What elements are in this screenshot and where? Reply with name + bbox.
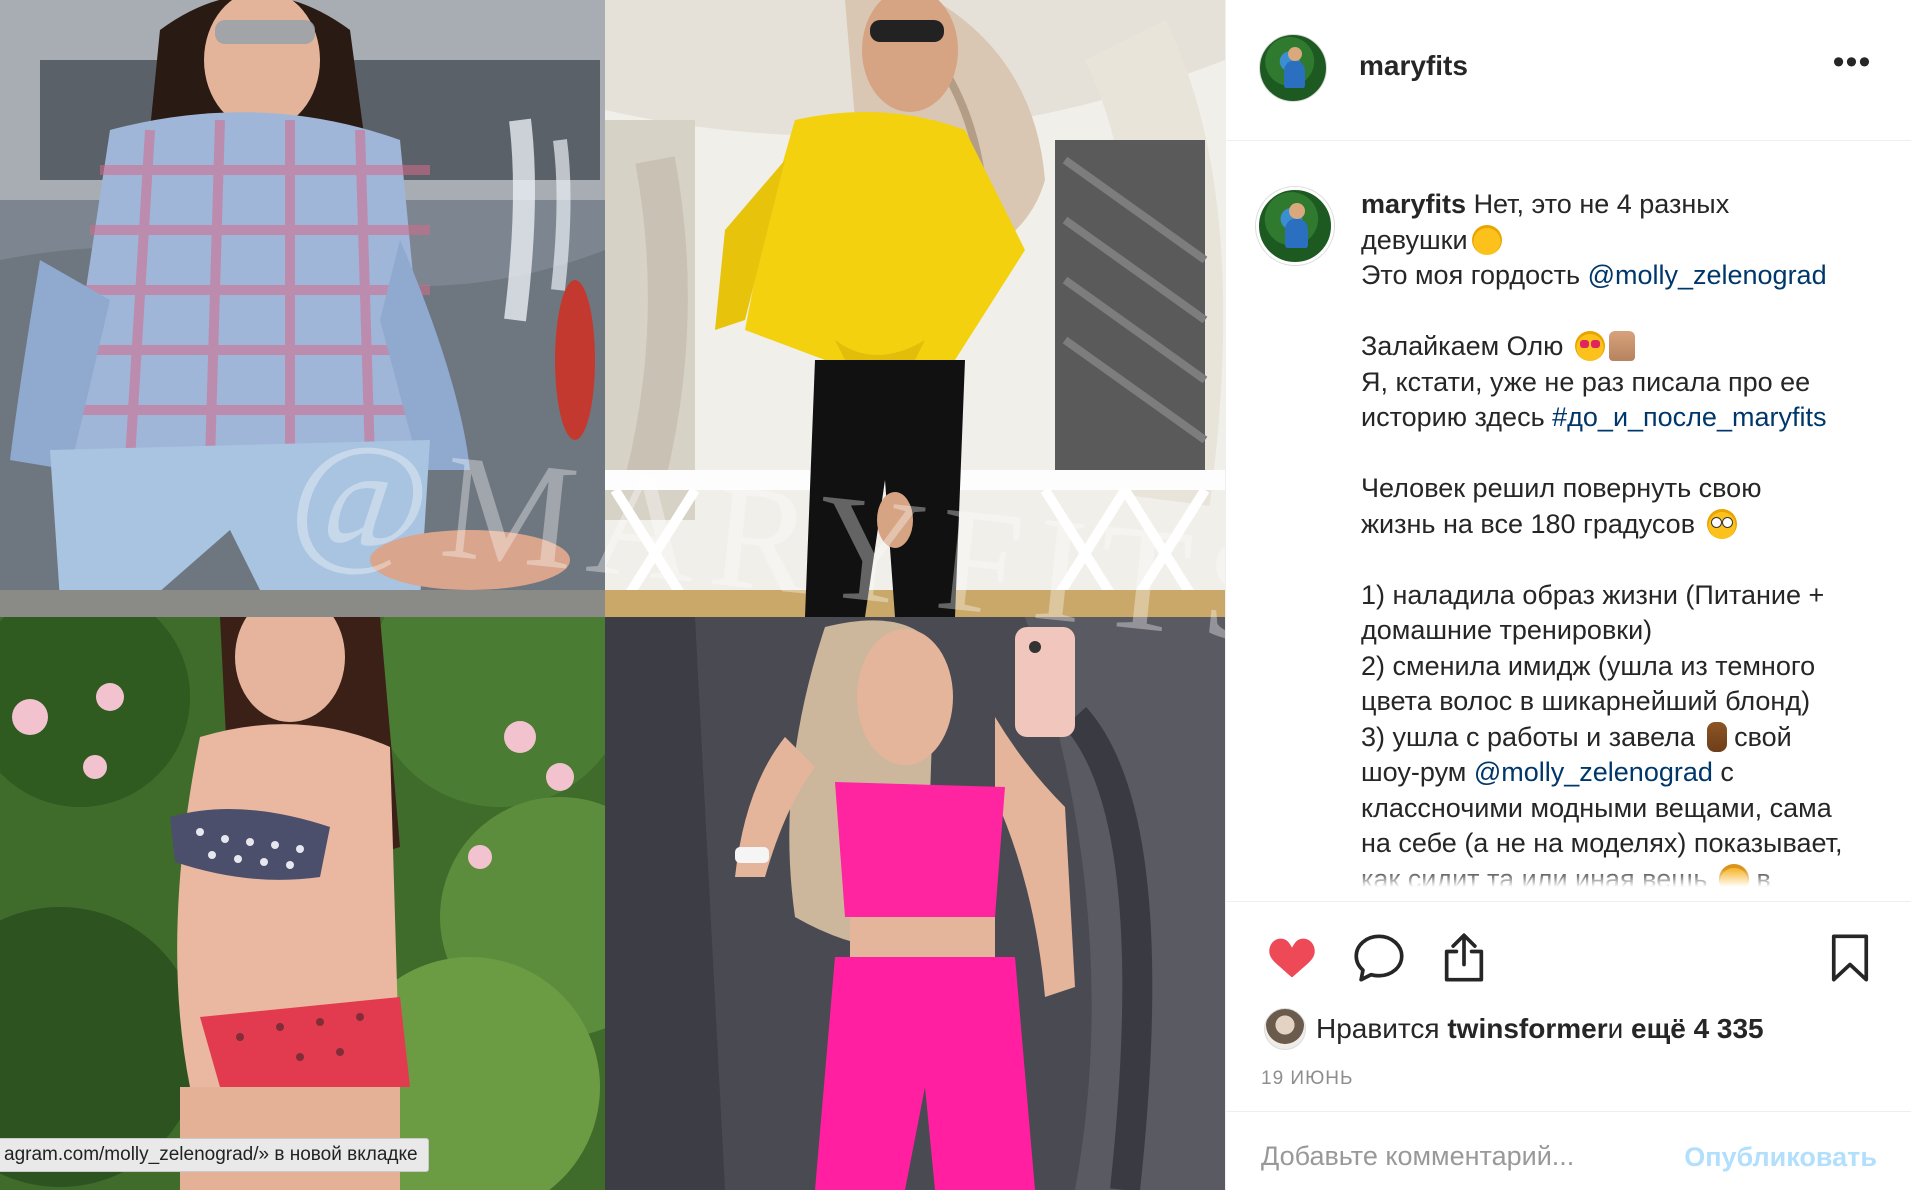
caption-line-8: жизнь на все 180 градусов: [1361, 508, 1696, 539]
bookmark-icon[interactable]: [1824, 932, 1876, 984]
caption-line-11: 2) сменила имидж (ушла из темного: [1361, 650, 1816, 681]
liker-avatar[interactable]: [1264, 1008, 1306, 1050]
share-icon[interactable]: [1438, 932, 1490, 984]
caption-line-10: домашние тренировки): [1361, 615, 1653, 645]
likes-prefix: Нравится: [1316, 1013, 1440, 1044]
more-options-icon[interactable]: •••: [1832, 45, 1872, 84]
post-side-panel: maryfits ••• maryfits Нет, это не 4 разн…: [1225, 0, 1911, 1190]
folded-hands-emoji-icon: [1608, 331, 1635, 361]
caption-line-7: Человек решил повернуть свою: [1361, 473, 1762, 503]
flushed-face-emoji-icon: [1706, 508, 1737, 539]
photo-after-pink-outfit: [605, 617, 1225, 1190]
caption-line-12: цвета волос в шикарнейший блонд): [1361, 686, 1811, 716]
caption-line-2: девушки: [1361, 224, 1468, 255]
heart-icon[interactable]: [1266, 932, 1318, 984]
caption-line-13: 3) ушла с работы и завела: [1361, 721, 1696, 752]
mention-molly-zelenograd[interactable]: @molly_zelenograd: [1588, 260, 1827, 290]
author-username[interactable]: maryfits: [1359, 50, 1468, 82]
crazy-face-emoji-icon: [1471, 224, 1502, 255]
heart-eyes-emoji-icon: [1574, 331, 1605, 361]
caption-line-3: Это моя гордость: [1361, 260, 1588, 290]
photo-after-yellow-shirt: [605, 0, 1225, 617]
browser-status-url: agram.com/molly_zelenograd/» в новой вкл…: [0, 1138, 429, 1172]
caption-line-13-tail: свой: [1734, 721, 1792, 752]
pointing-up-emoji-icon: [1706, 721, 1727, 752]
photo-before-plaid-shirt: [0, 0, 605, 617]
publish-button[interactable]: Опубликовать: [1684, 1142, 1877, 1173]
caption-line-1: Нет, это не 4 разных: [1473, 189, 1730, 219]
mention-molly-zelenograd-2[interactable]: @molly_zelenograd: [1474, 757, 1713, 787]
comment-icon[interactable]: [1353, 932, 1405, 984]
caption-line-5: Я, кстати, уже не раз писала про ее: [1361, 366, 1811, 397]
post-actions: Нравится twinsformer и ещё 4 335 19 июнь: [1226, 901, 1911, 1112]
comment-input[interactable]: [1261, 1134, 1681, 1178]
likes-summary: Нравится twinsformer и ещё 4 335: [1264, 1007, 1764, 1051]
post-header: maryfits •••: [1226, 0, 1911, 141]
caption-line-15: классночими модными вещами, сама: [1361, 792, 1832, 823]
post-image-collage[interactable]: @MARYFITS agram.com/molly_zelenograd/» в…: [0, 0, 1225, 1190]
caption-author-avatar[interactable]: [1256, 187, 1334, 265]
liker-username[interactable]: twinsformer: [1447, 1013, 1607, 1045]
likes-count[interactable]: ещё 4 335: [1631, 1013, 1764, 1045]
caption-line-9: 1) наладила образ жизни (Питание +: [1361, 579, 1825, 610]
caption-line-14-tail: с: [1712, 757, 1734, 787]
comment-form: Опубликовать: [1226, 1111, 1911, 1191]
hashtag-link[interactable]: #до_и_после_maryfits: [1552, 402, 1826, 432]
caption-line-16: на себе (а не на моделях) показывает,: [1361, 828, 1843, 858]
caption-line-6: историю здесь: [1361, 402, 1553, 432]
caption-username[interactable]: maryfits: [1361, 189, 1466, 219]
author-avatar[interactable]: [1259, 34, 1327, 102]
post-caption: maryfits Нет, это не 4 разных девушки Эт…: [1361, 187, 1901, 887]
caption-line-4: Залайкаем Олю: [1361, 331, 1564, 361]
caption-scroll-fade: [1361, 869, 1901, 887]
caption-line-14: шоу-рум: [1361, 757, 1474, 787]
likes-middle: и: [1607, 1013, 1624, 1044]
photo-before-bikini: [0, 617, 605, 1190]
post-date[interactable]: 19 июнь: [1261, 1068, 1353, 1090]
